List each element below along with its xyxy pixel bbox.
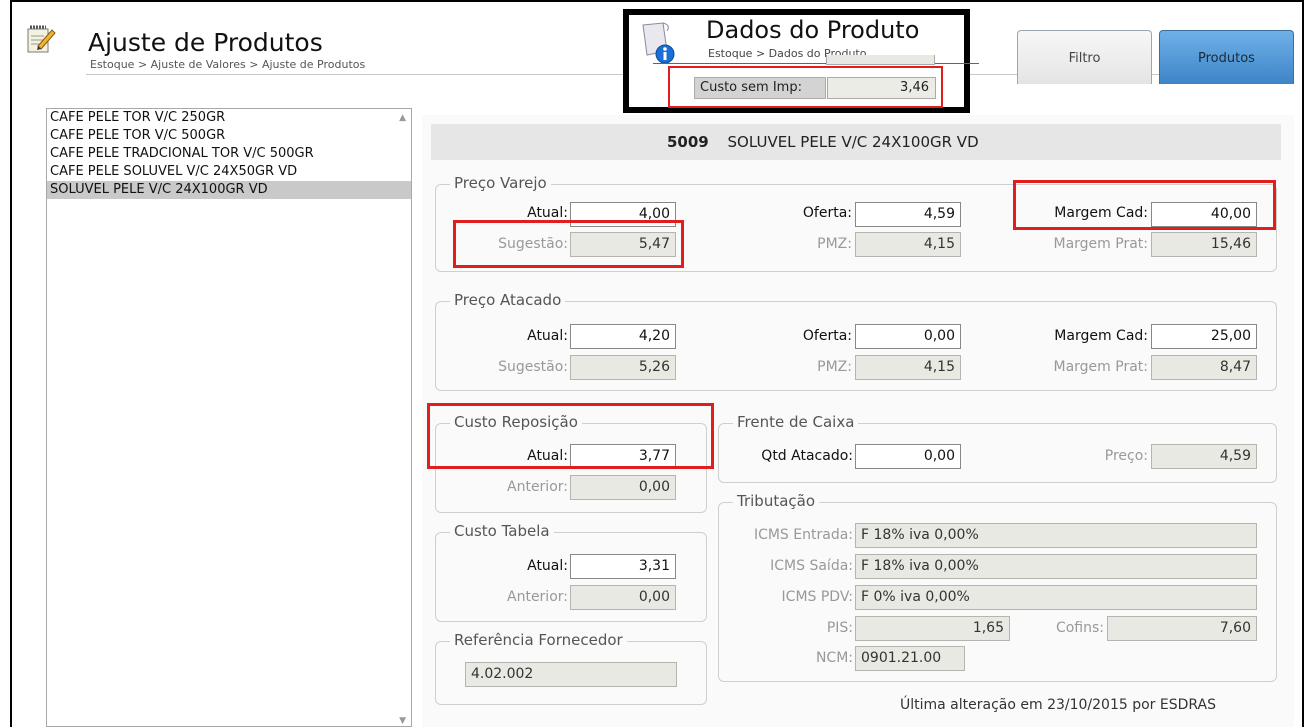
last-modified-note: Última alteração em 23/10/2015 por ESDRA… <box>900 697 1217 713</box>
tab-filtro[interactable]: Filtro <box>1017 30 1152 84</box>
varejo-margem-prat-field: 15,46 <box>1151 232 1257 257</box>
page-title: Ajuste de Produtos <box>88 28 323 57</box>
frente-preco-label: Preço: <box>1104 448 1148 464</box>
varejo-atual-label: Atual: <box>527 205 568 221</box>
tabela-anterior-label: Anterior: <box>507 589 568 605</box>
ncm-field: 0901.21.00 <box>855 646 965 671</box>
group-legend: Frente de Caixa <box>733 413 859 431</box>
product-name: SOLUVEL PELE V/C 24X100GR VD <box>727 133 979 151</box>
custo-sem-imp-field: 3,46 <box>827 77 936 99</box>
qtd-atacado-field[interactable]: 0,00 <box>855 444 961 469</box>
reposicao-anterior-label: Anterior: <box>507 479 568 495</box>
list-item[interactable]: CAFE PELE TOR V/C 500GR <box>47 127 411 145</box>
list-item[interactable]: CAFE PELE TRADCIONAL TOR V/C 500GR <box>47 145 411 163</box>
cofins-field: 7,60 <box>1107 616 1257 641</box>
atacado-pmz-field: 4,15 <box>855 355 961 380</box>
cofins-label: Cofins: <box>1055 620 1104 636</box>
varejo-pmz-label: PMZ: <box>817 236 852 252</box>
tabela-anterior-field: 0,00 <box>570 585 676 610</box>
group-legend: Referência Fornecedor <box>450 631 627 649</box>
icms-saida-field: F 18% iva 0,00% <box>855 554 1257 579</box>
icms-saida-label: ICMS Saída: <box>770 558 853 574</box>
breadcrumb: Estoque > Ajuste de Valores > Ajuste de … <box>90 58 366 71</box>
atacado-margem-prat-label: Margem Prat: <box>1053 359 1149 375</box>
product-data-popup: Dados do Produto Estoque > Dados do Prod… <box>623 9 979 113</box>
list-item-selected[interactable]: SOLUVEL PELE V/C 24X100GR VD <box>47 181 411 199</box>
tab-produtos[interactable]: Produtos <box>1159 30 1294 84</box>
varejo-oferta-label: Oferta: <box>802 205 852 221</box>
group-legend: Custo Tabela <box>450 522 554 540</box>
atacado-pmz-label: PMZ: <box>817 359 852 375</box>
reposicao-anterior-field: 0,00 <box>570 475 676 500</box>
group-legend: Preço Atacado <box>450 291 566 309</box>
highlight-box <box>453 220 684 268</box>
icms-pdv-label: ICMS PDV: <box>781 589 853 605</box>
product-code: 5009 <box>667 133 709 151</box>
atacado-sugestao-label: Sugestão: <box>498 359 568 375</box>
varejo-margem-prat-label: Margem Prat: <box>1053 236 1149 252</box>
selected-product-header: 5009 SOLUVEL PELE V/C 24X100GR VD <box>431 124 1281 160</box>
notepad-edit-icon <box>27 25 56 53</box>
atacado-atual-field[interactable]: 4,20 <box>570 324 676 349</box>
varejo-oferta-field[interactable]: 4,59 <box>855 202 961 227</box>
popup-title: Dados do Produto <box>706 16 920 44</box>
ncm-label: NCM: <box>815 650 853 666</box>
group-legend: Tributação <box>733 492 820 510</box>
varejo-pmz-field: 4,15 <box>855 232 961 257</box>
list-item[interactable]: CAFE PELE SOLUVEL V/C 24X50GR VD <box>47 163 411 181</box>
product-list[interactable]: CAFE PELE TOR V/C 250GR CAFE PELE TOR V/… <box>46 108 412 727</box>
list-item[interactable]: CAFE PELE TOR V/C 250GR <box>47 109 411 127</box>
group-legend: Preço Varejo <box>450 174 551 192</box>
custo-sem-imp-label: Custo sem Imp: <box>694 77 826 99</box>
atacado-sugestao-field: 5,26 <box>570 355 676 380</box>
tabela-atual-field[interactable]: 3,31 <box>570 554 676 579</box>
qtd-atacado-label: Qtd Atacado: <box>761 448 853 464</box>
scroll-up-icon[interactable]: ▲ <box>399 113 406 123</box>
atacado-oferta-field[interactable]: 0,00 <box>855 324 961 349</box>
highlight-box <box>1013 180 1276 230</box>
atacado-oferta-label: Oferta: <box>802 328 852 344</box>
highlight-box <box>427 403 714 469</box>
pis-label: PIS: <box>826 620 853 636</box>
pis-field: 1,65 <box>855 616 1010 641</box>
popup-hidden-field <box>826 55 935 65</box>
icms-pdv-field: F 0% iva 0,00% <box>855 585 1257 610</box>
tabela-atual-label: Atual: <box>527 558 568 574</box>
referencia-fornecedor-field: 4.02.002 <box>465 662 677 687</box>
atacado-margem-prat-field: 8,47 <box>1151 355 1257 380</box>
icms-entrada-label: ICMS Entrada: <box>753 527 853 543</box>
scroll-down-icon[interactable]: ▼ <box>399 716 406 726</box>
atacado-margem-cad-field[interactable]: 25,00 <box>1151 324 1257 349</box>
document-info-icon <box>642 22 675 64</box>
icms-entrada-field: F 18% iva 0,00% <box>855 523 1257 548</box>
frente-preco-field: 4,59 <box>1151 444 1257 469</box>
atacado-atual-label: Atual: <box>527 328 568 344</box>
atacado-margem-cad-label: Margem Cad: <box>1054 328 1148 344</box>
